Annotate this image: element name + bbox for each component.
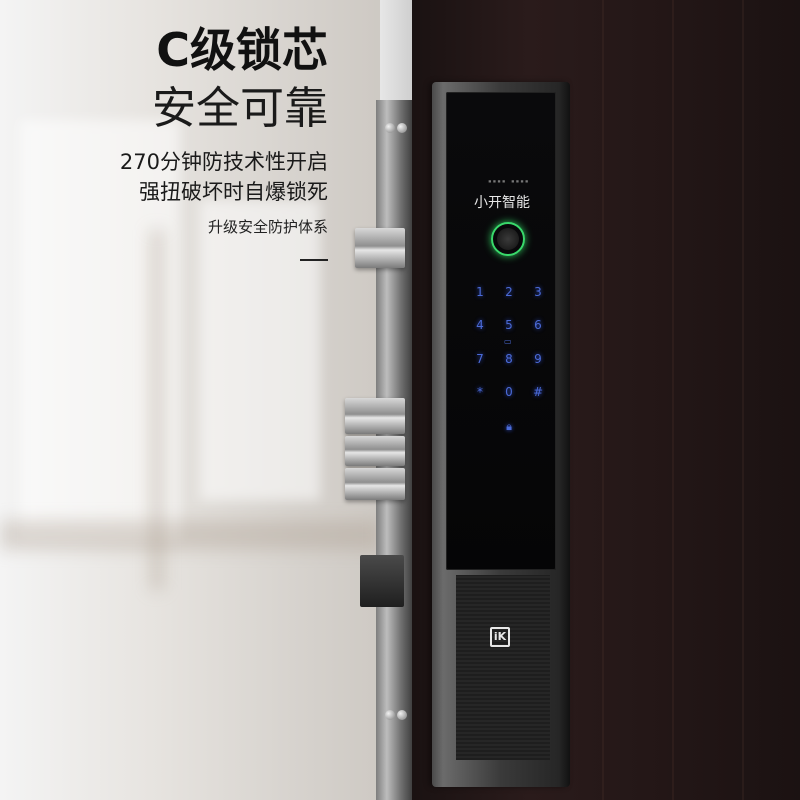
screw-icon bbox=[385, 710, 395, 720]
feature-line-1: 270分钟防技术性开启 bbox=[119, 150, 328, 174]
keypad-key-2[interactable]: 2 bbox=[499, 285, 519, 299]
keypad-key-hash[interactable]: # bbox=[528, 385, 548, 399]
divider bbox=[300, 259, 328, 261]
keypad-key-6[interactable]: 6 bbox=[528, 318, 548, 332]
keypad-key-5[interactable]: 5 bbox=[499, 318, 519, 332]
wood-grain bbox=[742, 0, 744, 800]
keypad-key-7[interactable]: 7 bbox=[470, 352, 490, 366]
lock-handle-plate[interactable] bbox=[456, 575, 550, 760]
keypad-key-star[interactable]: * bbox=[470, 385, 490, 399]
screw-icon bbox=[385, 123, 395, 133]
wood-grain bbox=[672, 0, 674, 800]
feature-line-3: 升级安全防护体系 bbox=[207, 218, 328, 236]
window-light bbox=[200, 200, 320, 500]
lock-bolt bbox=[345, 468, 405, 500]
wall-beam bbox=[0, 520, 380, 550]
lock-bolt bbox=[345, 436, 405, 466]
keypad-key-8[interactable]: 8 bbox=[499, 352, 519, 366]
feature-line-2: 强扭破坏时自爆锁死 bbox=[139, 180, 328, 204]
keypad-key-1[interactable]: 1 bbox=[470, 285, 490, 299]
lock-latch bbox=[360, 555, 404, 607]
lock-bolt bbox=[355, 228, 405, 268]
brand-logo: iK bbox=[490, 627, 510, 647]
status-indicator: ▪▪▪▪ ▪▪▪▪ bbox=[488, 178, 530, 185]
brand-name: 小开智能 bbox=[474, 195, 530, 211]
headline: C级锁芯 bbox=[156, 23, 328, 77]
lock-icon[interactable]: 🔒︎ bbox=[499, 420, 519, 434]
keypad-key-3[interactable]: 3 bbox=[528, 285, 548, 299]
fingerprint-icon bbox=[497, 228, 519, 250]
wood-grain bbox=[602, 0, 604, 800]
keypad-key-0[interactable]: 0 bbox=[499, 385, 519, 399]
screw-icon bbox=[397, 123, 407, 133]
subheadline: 安全可靠 bbox=[152, 83, 328, 134]
door-edge-top bbox=[380, 0, 412, 100]
keypad-key-4[interactable]: 4 bbox=[470, 318, 490, 332]
keypad-key-9[interactable]: 9 bbox=[528, 352, 548, 366]
card-reader-icon: ▭ bbox=[504, 337, 512, 346]
lock-bolt bbox=[345, 398, 405, 434]
screw-icon bbox=[397, 710, 407, 720]
